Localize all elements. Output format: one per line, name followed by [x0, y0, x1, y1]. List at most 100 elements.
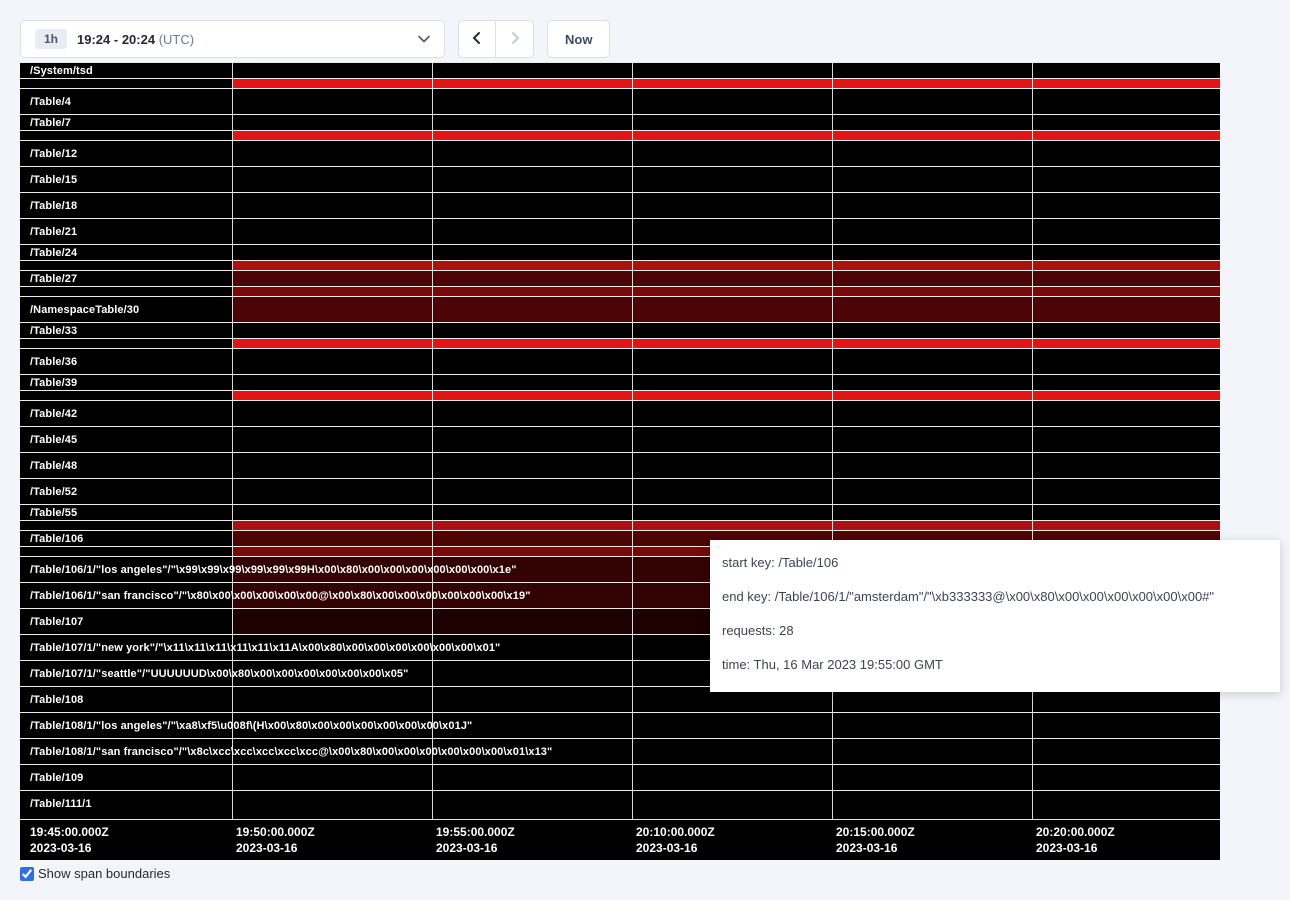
time-range-value: 19:24 - 20:24 [77, 32, 155, 47]
span-row[interactable]: /Table/111/1 [20, 790, 1220, 816]
span-label: /Table/12 [30, 148, 77, 160]
span-row[interactable]: /Table/18 [20, 192, 1220, 218]
span-row[interactable] [20, 390, 1220, 400]
span-row[interactable] [20, 130, 1220, 140]
axis-time-label: 20:15:00.000Z2023-03-16 [836, 825, 915, 856]
axis-time-label: 20:10:00.000Z2023-03-16 [636, 825, 715, 856]
span-row[interactable] [20, 286, 1220, 296]
span-label: /Table/4 [30, 96, 71, 108]
chevron-down-icon [418, 35, 430, 43]
span-row[interactable]: /Table/21 [20, 218, 1220, 244]
span-row[interactable]: /Table/33 [20, 322, 1220, 338]
time-nav-group [458, 20, 534, 58]
span-label: /Table/18 [30, 200, 77, 212]
now-button[interactable]: Now [547, 20, 610, 58]
prev-time-button[interactable] [458, 20, 496, 58]
tooltip-time: time: Thu, 16 Mar 2023 19:55:00 GMT [722, 656, 1268, 674]
axis-time-label: 19:50:00.000Z2023-03-16 [236, 825, 315, 856]
span-label: /Table/42 [30, 408, 77, 420]
span-heat-band[interactable] [232, 287, 1220, 296]
axis-time-label: 19:45:00.000Z2023-03-16 [30, 825, 109, 856]
timezone-label: (UTC) [159, 32, 194, 47]
span-label: /Table/48 [30, 460, 77, 472]
span-row[interactable]: /Table/52 [20, 478, 1220, 504]
span-heat-band[interactable] [232, 391, 1220, 400]
span-row[interactable]: /Table/55 [20, 504, 1220, 520]
tooltip-requests: requests: 28 [722, 622, 1268, 640]
span-label: /Table/7 [30, 117, 71, 129]
span-label: /Table/108/1/"san francisco"/"\x8c\xcc\x… [30, 746, 552, 758]
span-label: /Table/45 [30, 434, 77, 446]
time-gridline [432, 62, 433, 819]
span-label: /Table/106/1/"los angeles"/"\x99\x99\x99… [30, 564, 517, 576]
span-row[interactable]: /Table/48 [20, 452, 1220, 478]
span-row[interactable]: /Table/15 [20, 166, 1220, 192]
span-row[interactable]: /System/tsd [20, 62, 1220, 78]
span-row[interactable]: /Table/108/1/"san francisco"/"\x8c\xcc\x… [20, 738, 1220, 764]
span-label: /Table/106/1/"san francisco"/"\x80\x00\x… [30, 590, 531, 602]
span-heat-band[interactable] [232, 339, 1220, 348]
span-heat-band[interactable] [232, 521, 1220, 530]
span-label: /Table/107 [30, 616, 83, 628]
span-row[interactable]: /Table/7 [20, 114, 1220, 130]
key-visualizer-canvas[interactable]: /System/tsd/Table/4/Table/7/Table/12/Tab… [20, 62, 1220, 860]
span-row[interactable] [20, 260, 1220, 270]
span-label: /System/tsd [30, 65, 93, 77]
span-heat-band[interactable] [232, 261, 1220, 270]
span-label: /Table/106 [30, 533, 83, 545]
span-row[interactable]: /Table/12 [20, 140, 1220, 166]
span-label: /Table/107/1/"new york"/"\x11\x11\x11\x1… [30, 642, 500, 654]
span-label: /Table/107/1/"seattle"/"UUUUUUD\x00\x80\… [30, 668, 408, 680]
span-row[interactable]: /Table/109 [20, 764, 1220, 790]
span-label: /Table/27 [30, 273, 77, 285]
show-span-boundaries-label: Show span boundaries [38, 866, 170, 881]
span-label: /Table/109 [30, 772, 83, 784]
show-span-boundaries-control[interactable]: Show span boundaries [20, 866, 170, 881]
span-label: /Table/39 [30, 377, 77, 389]
span-label: /Table/21 [30, 226, 77, 238]
time-gridline [632, 62, 633, 819]
span-row[interactable] [20, 520, 1220, 530]
span-row[interactable]: /Table/27 [20, 270, 1220, 286]
chevron-left-icon [470, 31, 484, 48]
span-row[interactable]: /Table/39 [20, 374, 1220, 390]
span-row[interactable]: /Table/24 [20, 244, 1220, 260]
span-label: /NamespaceTable/30 [30, 304, 139, 316]
span-row[interactable]: /Table/108/1/"los angeles"/"\xa8\xf5\u00… [20, 712, 1220, 738]
span-label: /Table/108 [30, 694, 83, 706]
tooltip-end-key: end key: /Table/106/1/"amsterdam"/"\xb33… [722, 588, 1268, 606]
span-row[interactable] [20, 78, 1220, 88]
time-gridline [832, 62, 833, 819]
axis-time-label: 20:20:00.000Z2023-03-16 [1036, 825, 1115, 856]
next-time-button[interactable] [496, 20, 534, 58]
span-heat-band[interactable] [232, 79, 1220, 88]
time-axis: 19:45:00.000Z2023-03-16 19:50:00.000Z2023… [20, 820, 1220, 860]
span-heat-band[interactable] [232, 297, 1220, 322]
span-label: /Table/24 [30, 247, 77, 259]
span-heat-band[interactable] [232, 271, 1220, 286]
span-rows: /System/tsd/Table/4/Table/7/Table/12/Tab… [20, 62, 1220, 820]
time-range-text: 19:24 - 20:24 (UTC) [77, 32, 194, 47]
time-gridline [1032, 62, 1033, 819]
span-row[interactable]: /Table/4 [20, 88, 1220, 114]
span-label: /Table/52 [30, 486, 77, 498]
axis-time-label: 19:55:00.000Z2023-03-16 [436, 825, 515, 856]
span-label: /Table/108/1/"los angeles"/"\xa8\xf5\u00… [30, 720, 472, 732]
time-range-selector[interactable]: 1h 19:24 - 20:24 (UTC) [20, 20, 445, 58]
span-tooltip: start key: /Table/106 end key: /Table/10… [710, 540, 1280, 692]
span-label: /Table/15 [30, 174, 77, 186]
chevron-right-icon [508, 31, 522, 48]
span-heat-band[interactable] [232, 131, 1220, 140]
duration-badge: 1h [35, 29, 67, 49]
span-row[interactable]: /Table/45 [20, 426, 1220, 452]
span-label: /Table/36 [30, 356, 77, 368]
span-label: /Table/111/1 [30, 798, 92, 810]
show-span-boundaries-checkbox[interactable] [20, 867, 34, 881]
span-row[interactable]: /NamespaceTable/30 [20, 296, 1220, 322]
time-gridline [232, 62, 233, 819]
span-row[interactable]: /Table/36 [20, 348, 1220, 374]
tooltip-start-key: start key: /Table/106 [722, 554, 1268, 572]
span-row[interactable]: /Table/42 [20, 400, 1220, 426]
span-row[interactable] [20, 338, 1220, 348]
span-label: /Table/55 [30, 507, 77, 519]
